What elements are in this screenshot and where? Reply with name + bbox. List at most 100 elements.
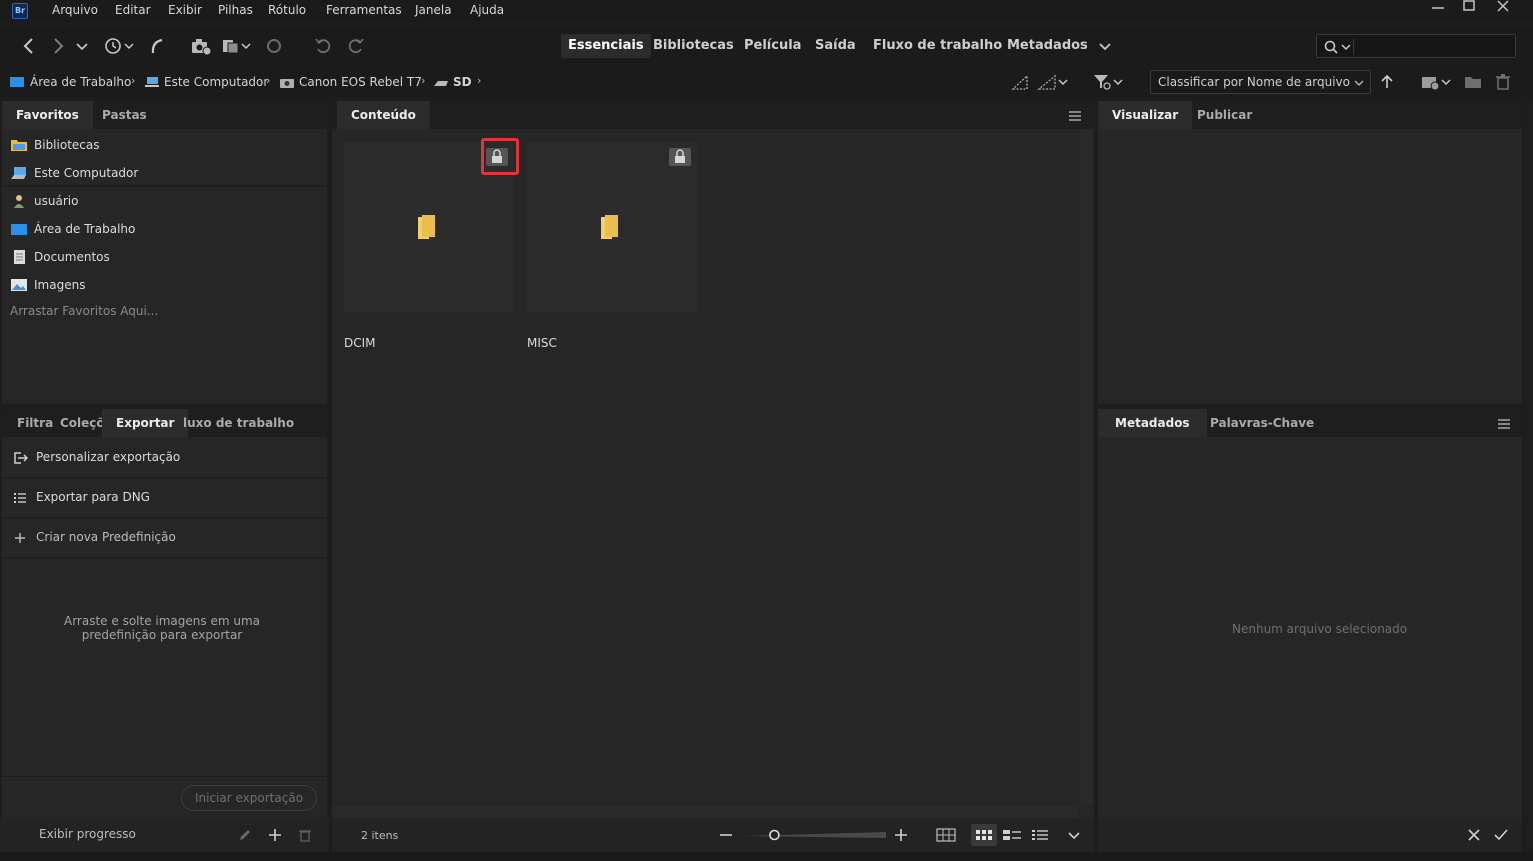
tab-favoritos[interactable]: Favoritos [2,101,93,129]
show-progress-link[interactable]: Exibir progresso [39,827,136,841]
favorite-label: Imagens [34,278,86,292]
close-window-icon[interactable] [1488,0,1518,14]
tab-pastas[interactable]: Pastas [88,101,161,129]
folder-icon [601,215,618,239]
vertical-scrollbar[interactable] [1080,130,1092,804]
rating-filter-icon[interactable] [1037,73,1071,91]
forward-icon[interactable] [47,36,69,56]
tab-metadados[interactable]: Metadados [1098,409,1207,437]
quality-icon[interactable] [1010,73,1032,91]
workspace-tab-saida[interactable]: Saída [808,34,863,58]
edit-pencil-icon[interactable] [238,828,252,842]
user-icon [14,195,24,208]
zoom-in-icon[interactable] [893,827,909,843]
camera-import-icon[interactable] [190,36,212,56]
trash-icon[interactable] [1494,73,1512,91]
filter-icon[interactable] [1092,73,1128,91]
sync-icon[interactable] [263,36,285,56]
favorite-item-imagens[interactable]: Imagens [2,271,327,299]
window-bottom-strip [0,852,1533,861]
sort-select[interactable]: Classificar por Nome de arquivo [1150,70,1371,94]
new-folder-icon[interactable] [1464,73,1482,91]
breadcrumb-separator-icon: › [421,74,426,87]
favorite-item-bibliotecas[interactable]: Bibliotecas [2,131,327,159]
horizontal-scrollbar[interactable] [332,806,1078,818]
camera-device-icon [280,76,294,88]
export-item-label: Personalizar exportação [36,450,181,464]
workspace-tab-bibliotecas[interactable]: Bibliotecas [646,34,741,58]
computer-icon [11,167,26,179]
menu-ajuda[interactable]: Ajuda [470,3,504,17]
export-item-nova-predefinicao[interactable]: Criar nova Predefinição [2,518,327,558]
favorites-panel-header: Favoritos Pastas [2,101,327,129]
view-thumbnails-icon[interactable] [971,824,997,846]
tab-colecoes[interactable]: Coleçõ [52,409,102,437]
thumbnail-size-slider[interactable] [742,829,886,841]
back-icon[interactable] [18,36,40,56]
view-list-icon[interactable] [1030,827,1050,843]
panel-menu-icon[interactable] [1497,418,1511,430]
menu-rotulo[interactable]: Rótulo [268,3,306,17]
folder-icon [418,215,435,239]
rotate-left-icon[interactable] [313,36,335,56]
open-recent-icon[interactable] [1420,73,1456,91]
panel-menu-icon[interactable] [1068,110,1082,122]
maximize-icon[interactable] [1455,0,1485,14]
cancel-icon[interactable] [1466,827,1482,843]
view-options-chevron-icon[interactable] [1066,827,1082,843]
start-export-button[interactable]: Iniciar exportação [181,785,317,811]
breadcrumb-area-de-trabalho[interactable]: Área de Trabalho [30,75,131,89]
delete-preset-icon[interactable] [298,828,312,842]
folder-thumbnail-misc[interactable] [527,142,697,312]
rotate-right-icon[interactable] [344,36,366,56]
boomerang-icon[interactable] [146,36,168,56]
lock-grid-icon[interactable] [936,827,956,843]
menu-janela[interactable]: Janela [415,3,452,17]
tab-visualizar[interactable]: Visualizar [1098,101,1193,129]
zoom-out-icon[interactable] [718,827,734,843]
content-panel-header: Conteúdo [332,101,1094,129]
export-item-dng[interactable]: Exportar para DNG [2,478,327,518]
search-icon[interactable] [1323,39,1353,55]
chevron-down-icon[interactable] [71,36,93,56]
menu-pilhas[interactable]: Pilhas [218,3,253,17]
breadcrumb-sd[interactable]: SD [453,75,472,89]
add-preset-icon[interactable] [267,827,283,843]
favorite-label: Este Computador [34,166,139,180]
bridge-logo-icon: Br [12,3,28,19]
tab-fluxo-de-trabalho[interactable]: luxo de trabalho [181,409,296,437]
workspace-more-chevron-icon[interactable] [1094,36,1116,56]
tab-publicar[interactable]: Publicar [1183,101,1266,129]
favorite-item-area-de-trabalho[interactable]: Área de Trabalho [2,215,327,243]
favorite-label: Área de Trabalho [34,222,136,236]
computer-icon [145,76,159,88]
sort-ascending-icon[interactable] [1378,73,1396,91]
workspace-tab-essenciais[interactable]: Essenciais [561,34,651,58]
breadcrumb-este-computador[interactable]: Este Computador [164,75,268,89]
breadcrumb-canon[interactable]: Canon EOS Rebel T7 [299,75,422,89]
tab-palavras-chave[interactable]: Palavras-Chave [1196,409,1328,437]
favorite-item-este-computador[interactable]: Este Computador [2,159,327,187]
tab-conteudo[interactable]: Conteúdo [337,101,430,129]
apply-checkmark-icon[interactable] [1493,827,1509,843]
view-details-icon[interactable] [1002,827,1022,843]
tab-exportar[interactable]: Exportar [102,409,189,437]
menu-exibir[interactable]: Exibir [168,3,202,17]
favorite-label: Documentos [34,250,110,264]
list-icon [14,493,26,503]
workspace-tab-metadados[interactable]: Metadados [1000,34,1095,58]
workspace-tab-pelicula[interactable]: Película [737,34,808,58]
favorite-item-usuario[interactable]: usuário [2,187,327,215]
menu-ferramentas[interactable]: Ferramentas [326,3,402,17]
preview-panel-header: Visualizar Publicar [1098,101,1522,129]
refine-icon[interactable] [220,36,256,56]
menu-arquivo[interactable]: Arquivo [52,3,98,17]
menu-editar[interactable]: Editar [115,3,151,17]
minimize-icon[interactable] [1423,0,1453,14]
export-item-personalizar[interactable]: Personalizar exportação [2,438,327,478]
favorite-item-documentos[interactable]: Documentos [2,243,327,271]
search-input[interactable] [1316,34,1516,58]
recent-history-icon[interactable] [102,36,138,56]
export-item-label: Exportar para DNG [36,490,150,504]
workspace-tab-fluxo[interactable]: Fluxo de trabalho [866,34,1009,58]
